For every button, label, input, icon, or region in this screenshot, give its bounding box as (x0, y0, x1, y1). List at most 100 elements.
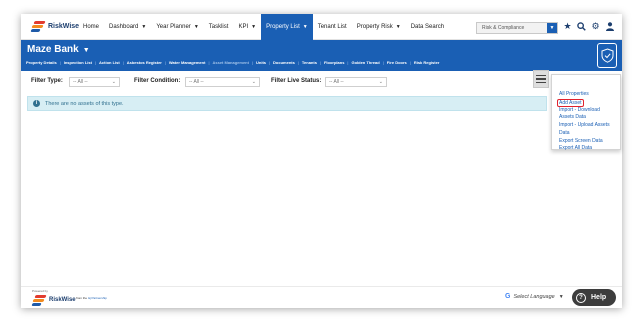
nav-label: Data Search (410, 24, 445, 30)
chevron-down-icon: ▼ (251, 24, 257, 30)
subnav-separator: | (269, 60, 271, 65)
subnav-separator: | (347, 60, 349, 65)
subnav-item[interactable]: Asset Management (212, 60, 248, 65)
add-asset-menu-item[interactable]: Add Asset (557, 99, 584, 107)
alert-text: There are no assets of this type. (45, 101, 124, 107)
powered-by-text: Powered by (32, 289, 48, 293)
subnav-separator: | (382, 60, 384, 65)
subnav-item[interactable]: Inspection List (64, 60, 92, 65)
language-select[interactable]: G Select Language ▼ (505, 293, 564, 300)
subnav-item[interactable]: Documents (273, 60, 295, 65)
subnav-separator: | (94, 60, 97, 65)
dropdown-menu-item[interactable]: Assets Data (559, 114, 586, 120)
info-alert: i There are no assets of this type. (27, 96, 547, 111)
dropdown-menu-item[interactable]: Import - Download (559, 107, 600, 113)
nav-label: Dashboard (109, 24, 139, 30)
filter-bar: Filter Type: -- All -- ⌄ Filter Condition… (21, 71, 622, 93)
nav-label: Year Planner (156, 24, 191, 30)
google-icon: G (505, 293, 511, 300)
nav-dashboard[interactable]: Dashboard ▼ (104, 14, 151, 40)
subnav-separator: | (59, 60, 61, 65)
subnav-item[interactable]: Risk Register (414, 60, 440, 65)
dropdown-menu-item[interactable]: Import - Upload Assets (559, 122, 610, 128)
app-window: RiskWise Home Dashboard ▼ Year Planner ▼ Task… (21, 14, 622, 308)
subnav-item[interactable]: Water Management (169, 60, 206, 65)
dropdown-menu-item[interactable]: Data (559, 130, 570, 136)
dropdown-menu-item[interactable]: All Properties (559, 91, 589, 97)
filter-type-value: -- All -- (73, 79, 88, 85)
chevron-down-icon: ▼ (193, 24, 199, 30)
filter-type-select[interactable]: -- All -- ⌄ (69, 77, 120, 87)
chevron-down-icon: ▼ (395, 24, 401, 30)
chevron-down-icon: ▼ (302, 24, 308, 30)
property-title-text: Maze Bank (27, 44, 79, 55)
chevron-down-icon: ⌄ (111, 79, 116, 85)
subnav-item[interactable]: Golden Thread (351, 60, 379, 65)
nav-label: KPI (238, 24, 249, 30)
nav-year-planner[interactable]: Year Planner ▼ (151, 14, 203, 40)
help-button[interactable]: ? Help (572, 289, 616, 306)
from-the-text: from the (76, 296, 88, 300)
footer-brand-name: RiskWise (49, 297, 76, 303)
top-icons: ★ ⚙ (562, 21, 615, 32)
nav-property-list[interactable]: Property List ▼ (261, 14, 313, 40)
subnav-separator: | (208, 60, 210, 65)
subnav-item[interactable]: Property Details (26, 60, 57, 65)
search-icon[interactable] (576, 21, 587, 32)
chevron-down-icon: ▼ (547, 23, 557, 33)
nav-tasklist[interactable]: Tasklist (204, 14, 234, 40)
filter-type-label: Filter Type: (31, 78, 63, 84)
nav-property-risk[interactable]: Property Risk ▼ (352, 14, 406, 40)
subnav-item[interactable]: Fire Doors (387, 60, 407, 65)
nav-data-search[interactable]: Data Search (406, 14, 449, 40)
subnav-item[interactable]: Tenants (302, 60, 317, 65)
user-icon[interactable] (604, 21, 615, 32)
filter-condition-label: Filter Condition: (134, 78, 181, 84)
info-icon: i (33, 100, 40, 107)
shield-check-icon (597, 43, 617, 68)
property-title[interactable]: Maze Bank ▼ (27, 44, 90, 55)
nav-tenant-list[interactable]: Tenant List (313, 14, 352, 40)
subnav-item[interactable]: Asbestos Register (127, 60, 162, 65)
riskwise-logo[interactable]: RiskWise (30, 21, 80, 32)
brand-name: RiskWise (48, 22, 80, 30)
role-select[interactable]: Risk & Compliance ▼ (476, 22, 558, 34)
riskwise-logo-icon (30, 21, 46, 32)
gear-icon[interactable]: ⚙ (590, 21, 601, 32)
footer-logo: RiskWise (31, 295, 76, 306)
question-icon: ? (576, 292, 586, 303)
nav-label: Property List (266, 24, 300, 30)
star-icon[interactable]: ★ (562, 21, 573, 32)
chevron-down-icon: ⌄ (251, 79, 256, 85)
property-header-band: Maze Bank ▼ Property Details | Inspection L… (21, 40, 622, 71)
subnav-separator: | (409, 60, 411, 65)
nav-label: Tasklist (208, 24, 229, 30)
dropdown-menu-item[interactable]: Export All Data (559, 145, 592, 151)
filter-condition-select[interactable]: -- All -- ⌄ (185, 77, 260, 87)
nav-home[interactable]: Home (78, 14, 104, 40)
subnav-separator: | (297, 60, 299, 65)
subnav-separator: | (251, 60, 253, 65)
dropdown-menu-item[interactable]: Export Screen Data (559, 138, 603, 144)
role-select-value: Risk & Compliance (482, 25, 525, 31)
chevron-down-icon: ▼ (558, 293, 564, 300)
help-label: Help (591, 294, 607, 301)
nav-label: Tenant List (317, 24, 347, 30)
partnership-link[interactable]: &j Partnership (88, 296, 107, 300)
subnav-item[interactable]: Units (256, 60, 266, 65)
hamburger-menu-button[interactable] (533, 70, 549, 88)
subnav-item[interactable]: Action List (99, 60, 120, 65)
language-select-text: Select Language (513, 293, 555, 300)
filter-live-status-label: Filter Live Status: (271, 78, 322, 84)
property-subnav: Property Details | Inspection List | Action … (26, 60, 439, 65)
filter-live-status-select[interactable]: -- All -- ⌄ (325, 77, 387, 87)
actions-dropdown: All Properties Add Asset Import - Download… (551, 74, 621, 151)
chevron-down-icon: ▼ (141, 24, 147, 30)
footer: Powered by RiskWise from the &j Partners… (21, 286, 622, 308)
chevron-down-icon: ⌄ (378, 79, 383, 85)
subnav-separator: | (164, 60, 166, 65)
subnav-item[interactable]: Floorplans (324, 60, 344, 65)
top-navbar: RiskWise Home Dashboard ▼ Year Planner ▼ Task… (21, 14, 622, 40)
nav-kpi[interactable]: KPI ▼ (233, 14, 261, 40)
nav-label: Property Risk (356, 24, 393, 30)
